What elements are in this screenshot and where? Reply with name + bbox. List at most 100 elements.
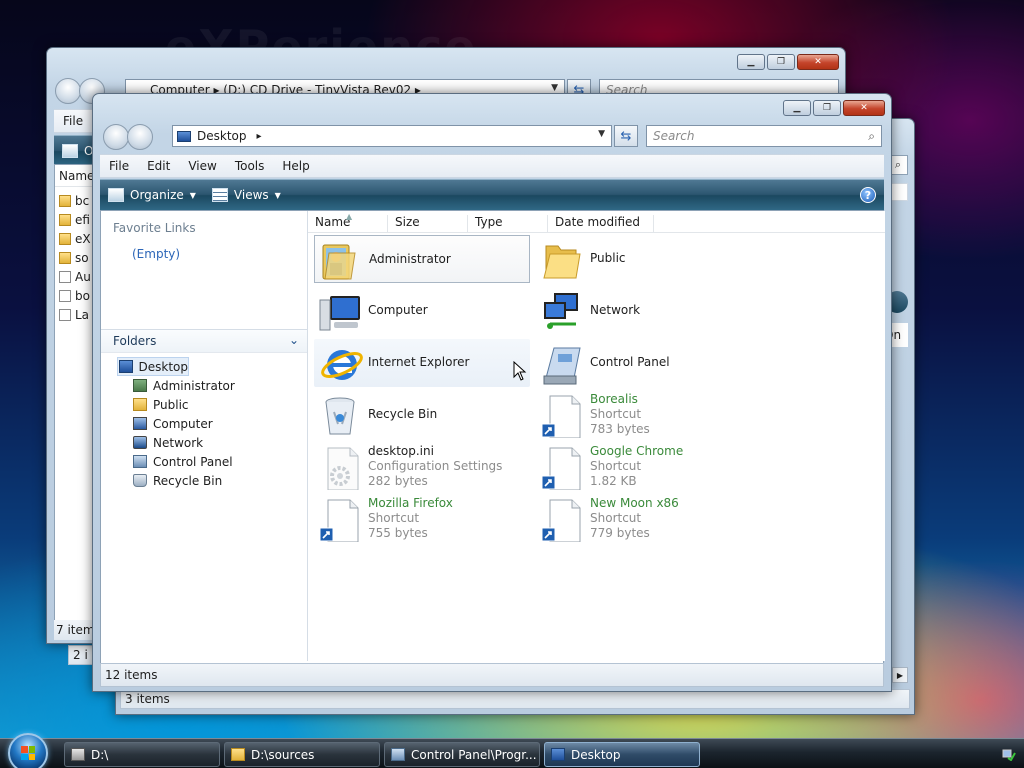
taskbar-button-control-panel[interactable]: Control Panel\Progr... <box>384 742 540 767</box>
item-label: Recycle Bin <box>368 407 438 421</box>
item-administrator[interactable]: Administrator <box>314 235 530 283</box>
computer-icon <box>133 417 147 430</box>
list-item[interactable]: eX <box>59 229 91 248</box>
list-item[interactable]: bc <box>59 191 91 210</box>
status-bar: 12 items <box>100 663 884 687</box>
maximize-button[interactable]: ❐ <box>813 100 841 116</box>
maximize-button[interactable]: ❐ <box>767 54 795 70</box>
column-size[interactable]: Size <box>388 215 468 232</box>
item-internet-explorer[interactable]: Internet Explorer <box>314 339 530 387</box>
item-mozilla-firefox-shortcut[interactable]: Mozilla Firefox Shortcut 755 bytes <box>314 495 530 543</box>
search-placeholder: Search <box>653 129 695 143</box>
chevron-down-icon[interactable]: ▼ <box>598 129 605 139</box>
folder-icon <box>543 245 581 279</box>
taskbar-button-drive-d[interactable]: D:\ <box>64 742 220 767</box>
back-button[interactable] <box>103 124 129 150</box>
tree-item-label: Recycle Bin <box>153 473 223 488</box>
tree-item-public[interactable]: Public <box>133 395 235 414</box>
menu-help[interactable]: Help <box>273 159 318 173</box>
column-headers: ▲ Name Size Type Date modified <box>308 211 885 233</box>
forward-button[interactable] <box>127 124 153 150</box>
item-desktop-ini[interactable]: desktop.ini Configuration Settings 282 b… <box>314 443 530 491</box>
organize-button[interactable]: O <box>62 144 93 158</box>
column-name[interactable]: ▲ Name <box>308 212 388 232</box>
desktop-explorer-window[interactable]: ▁ ❐ ✕ Desktop ▸ ▼ ⇆ Search ⌕ File Edit V… <box>92 93 892 692</box>
folder-icon <box>231 748 245 761</box>
item-label: Public <box>590 251 626 265</box>
tree-item-computer[interactable]: Computer <box>133 414 235 433</box>
chevron-down-icon[interactable]: ▼ <box>551 83 558 93</box>
windows-logo-icon <box>21 746 35 760</box>
organize-button[interactable]: Organize ▼ <box>108 188 196 202</box>
item-computer[interactable]: Computer <box>314 287 530 335</box>
chevron-down-icon[interactable]: ⌄ <box>289 333 299 347</box>
organize-icon <box>62 144 78 158</box>
start-button[interactable] <box>8 733 48 768</box>
folder-icon <box>133 398 147 411</box>
folders-header[interactable]: Folders ⌄ <box>101 329 307 353</box>
menu-edit[interactable]: Edit <box>138 159 179 173</box>
item-borealis-shortcut[interactable]: Borealis Shortcut 783 bytes <box>536 391 752 439</box>
tree-item-administrator[interactable]: Administrator <box>133 376 235 395</box>
item-public[interactable]: Public <box>536 235 752 283</box>
close-button[interactable]: ✕ <box>843 100 885 116</box>
sort-arrow-icon: ▲ <box>346 212 353 221</box>
tree-item-desktop[interactable]: Desktop <box>117 357 189 376</box>
item-network[interactable]: Network <box>536 287 752 335</box>
close-button[interactable]: ✕ <box>797 54 839 70</box>
menu-file[interactable]: File <box>54 114 92 128</box>
favorite-links-empty: (Empty) <box>132 247 181 261</box>
recycle-bin-icon <box>325 397 355 435</box>
taskbar-button-sources[interactable]: D:\sources <box>224 742 380 767</box>
minimize-button[interactable]: ▁ <box>783 100 811 116</box>
breadcrumb-arrow-icon[interactable]: ▸ <box>257 131 262 142</box>
address-bar[interactable]: Desktop ▸ ▼ <box>172 125 612 147</box>
item-type: Shortcut <box>590 511 642 525</box>
column-type[interactable]: Type <box>468 215 548 232</box>
search-input[interactable]: Search ⌕ <box>646 125 882 147</box>
refresh-button[interactable]: ⇆ <box>614 125 638 147</box>
list-item[interactable]: Au <box>59 267 91 286</box>
item-control-panel[interactable]: Control Panel <box>536 339 752 387</box>
help-icon[interactable]: ? <box>860 187 876 203</box>
list-item[interactable]: so <box>59 248 91 267</box>
back-button[interactable] <box>55 78 81 104</box>
network-tray-icon[interactable] <box>1002 747 1016 761</box>
list-item-label: so <box>75 250 89 265</box>
address-location[interactable]: Desktop <box>197 129 247 143</box>
list-item[interactable]: La <box>59 305 91 324</box>
control-panel-icon <box>543 347 581 385</box>
tree-item-control-panel[interactable]: Control Panel <box>133 452 235 471</box>
menu-view[interactable]: View <box>179 159 225 173</box>
user-folder-icon <box>322 244 356 280</box>
menu-file[interactable]: File <box>100 159 138 173</box>
file-view: ▲ Name Size Type Date modified Administra… <box>308 211 885 661</box>
item-type: Configuration Settings <box>368 459 503 473</box>
tree-item-recycle-bin[interactable]: Recycle Bin <box>133 471 235 490</box>
folder-icon <box>59 251 71 264</box>
list-item-label: efi <box>75 212 90 227</box>
command-toolbar: Organize ▼ Views ▼ ? <box>100 179 884 210</box>
column-date-modified[interactable]: Date modified <box>548 215 654 232</box>
minimize-button[interactable]: ▁ <box>737 54 765 70</box>
settings-file-icon <box>327 447 359 490</box>
status-bar: 3 items <box>120 689 910 709</box>
column-name-header[interactable]: Name <box>55 165 95 187</box>
list-item-label: bc <box>75 193 90 208</box>
search-icon[interactable]: ⌕ <box>868 129 875 144</box>
item-google-chrome-shortcut[interactable]: Google Chrome Shortcut 1.82 KB <box>536 443 752 491</box>
item-new-moon-shortcut[interactable]: New Moon x86 Shortcut 779 bytes <box>536 495 752 543</box>
item-recycle-bin[interactable]: Recycle Bin <box>314 391 530 439</box>
tree-item-network[interactable]: Network <box>133 433 235 452</box>
computer-icon <box>319 296 360 331</box>
file-icon <box>59 289 71 302</box>
caption-buttons: ▁ ❐ ✕ <box>737 54 839 70</box>
taskbar-button-desktop[interactable]: Desktop <box>544 742 700 767</box>
views-button[interactable]: Views ▼ <box>211 188 281 202</box>
list-item[interactable]: bo <box>59 286 91 305</box>
scroll-right-button[interactable]: ▶ <box>892 667 908 683</box>
list-item[interactable]: efi <box>59 210 91 229</box>
menu-tools[interactable]: Tools <box>226 159 274 173</box>
item-size: 779 bytes <box>590 526 650 540</box>
taskbar-button-label: Control Panel\Progr... <box>411 747 537 762</box>
